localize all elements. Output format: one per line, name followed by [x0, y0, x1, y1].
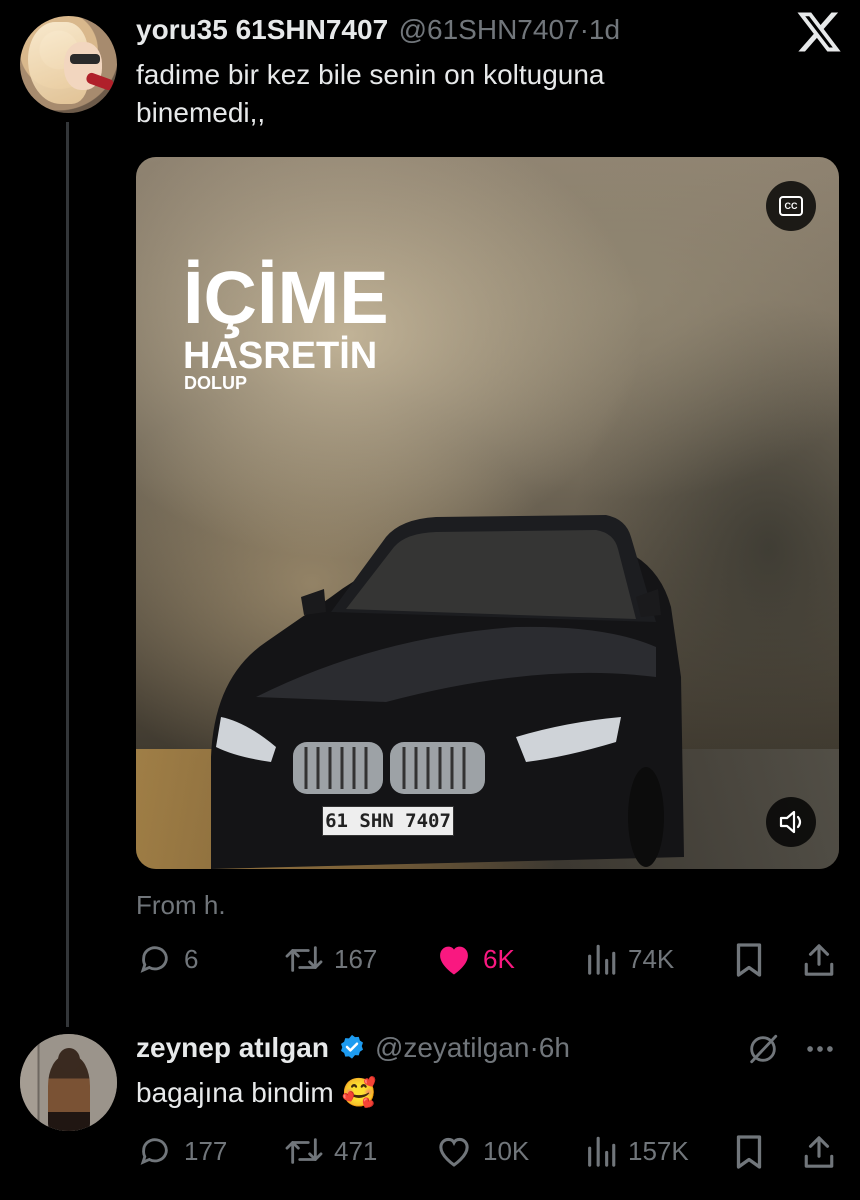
- share-button[interactable]: [802, 1134, 836, 1170]
- reply-icon: [140, 946, 168, 973]
- grok-icon[interactable]: [746, 1032, 780, 1066]
- tweet-header: zeynep atılgan @zeyatilgan · 6h: [136, 1032, 570, 1064]
- views-chart-icon: [588, 944, 616, 975]
- share-button[interactable]: [802, 942, 836, 978]
- retweet-button[interactable]: 167: [284, 942, 377, 976]
- like-count: 10K: [483, 1135, 530, 1166]
- tweet-text-line: fadime bir kez bile senin on koltuguna: [136, 59, 605, 90]
- tweet-text-line: bagajına bindim: [136, 1077, 334, 1108]
- like-button[interactable]: 10K: [435, 1134, 529, 1168]
- retweet-count: 167: [334, 943, 378, 974]
- retweet-count: 471: [334, 1135, 378, 1166]
- tweet-text: fadime bir kez bile senin on koltuguna b…: [136, 56, 605, 132]
- video-overlay-subtitle: HASRETİN: [183, 335, 378, 377]
- separator: ·: [529, 1032, 539, 1063]
- like-button[interactable]: 6K: [435, 942, 515, 976]
- thread-connector-line: [66, 122, 69, 1027]
- video-overlay-title: İÇİME: [183, 256, 389, 339]
- retweet-button[interactable]: 471: [284, 1134, 377, 1168]
- views-count: 157K: [628, 1135, 689, 1166]
- views-button[interactable]: 74K: [584, 942, 674, 976]
- tweet-text-line: binemedi,,: [136, 97, 266, 128]
- media-source-label[interactable]: From h.: [136, 890, 226, 921]
- bookmark-icon: [736, 943, 762, 977]
- heart-filled-icon: [440, 946, 468, 975]
- retweet-icon: [285, 1138, 323, 1164]
- x-logo-icon[interactable]: [795, 8, 843, 56]
- display-name[interactable]: yoru35 61SHN7407: [136, 14, 388, 45]
- handle[interactable]: @zeyatilgan: [375, 1032, 530, 1064]
- avatar[interactable]: [20, 1034, 117, 1131]
- video-media[interactable]: İÇİME HASRETİN DOLUP 61 SHN 7407 CC: [136, 157, 839, 869]
- retweet-icon: [285, 946, 323, 972]
- reply-button[interactable]: 177: [136, 1134, 227, 1168]
- like-count: 6K: [483, 943, 515, 974]
- views-count: 74K: [628, 943, 675, 974]
- avatar[interactable]: [20, 16, 117, 113]
- bookmark-button[interactable]: [733, 1134, 765, 1170]
- views-chart-icon: [588, 1136, 616, 1167]
- bookmark-icon: [736, 1135, 762, 1169]
- handle[interactable]: @61SHN7407: [399, 14, 580, 45]
- separator: ·: [579, 14, 589, 45]
- reply-icon: [140, 1138, 168, 1165]
- closed-captions-button[interactable]: CC: [766, 181, 816, 231]
- timestamp[interactable]: 6h: [539, 1032, 570, 1064]
- reply-count: 6: [184, 943, 199, 974]
- reply-count: 177: [184, 1135, 228, 1166]
- share-icon: [804, 944, 834, 976]
- more-options-icon[interactable]: [803, 1036, 837, 1062]
- license-plate: 61 SHN 7407: [322, 806, 454, 836]
- views-button[interactable]: 157K: [584, 1134, 689, 1168]
- tweet-header: yoru35 61SHN7407 @61SHN7407·1d: [136, 14, 620, 46]
- display-name[interactable]: zeynep atılgan: [136, 1032, 329, 1064]
- video-overlay-small: DOLUP: [184, 373, 247, 393]
- bookmark-button[interactable]: [733, 942, 765, 978]
- verified-badge-icon: [340, 1034, 363, 1059]
- reply-button[interactable]: 6: [136, 942, 198, 976]
- closed-captions-icon: CC: [779, 196, 803, 216]
- heart-icon: [439, 1137, 469, 1167]
- volume-button[interactable]: [766, 797, 816, 847]
- timestamp[interactable]: 1d: [589, 14, 620, 45]
- volume-icon: [779, 810, 802, 834]
- tweet-text: bagajına bindim 🥰: [136, 1074, 376, 1112]
- share-icon: [804, 1136, 834, 1168]
- smiling-face-with-hearts-emoji: 🥰: [341, 1077, 377, 1108]
